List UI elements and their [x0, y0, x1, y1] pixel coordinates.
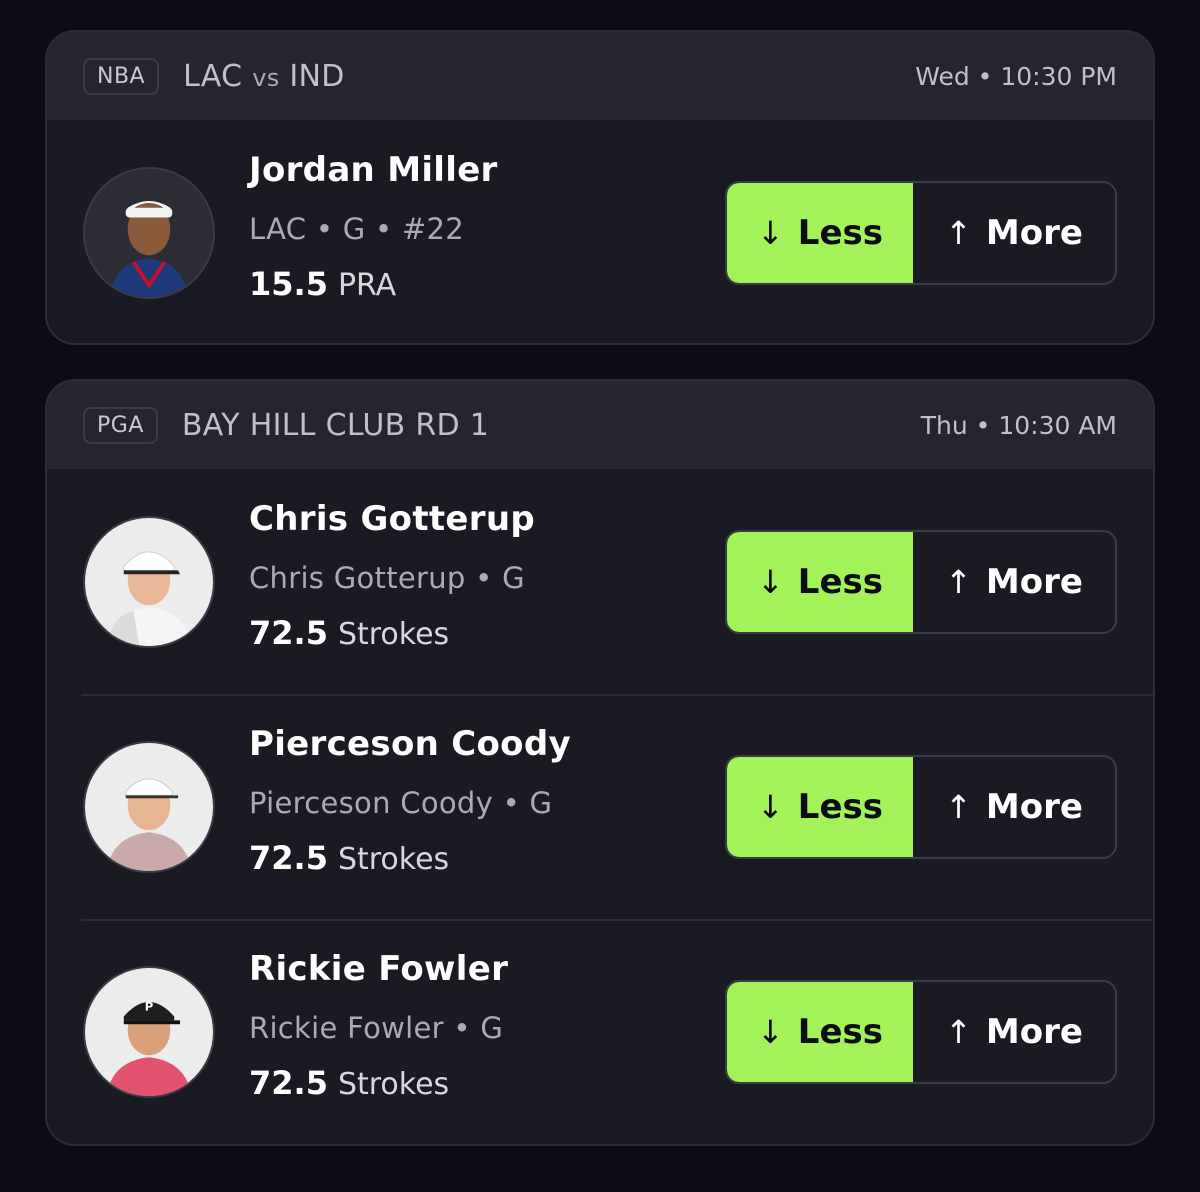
- team-home: LAC: [183, 58, 243, 94]
- card-header: PGA BAY HILL CLUB RD 1 Thu • 10:30 AM: [47, 381, 1153, 469]
- matchup-title: BAY HILL CLUB RD 1: [181, 407, 490, 443]
- player-meta: Pierceson Coody • G: [249, 786, 553, 820]
- player-meta: LAC • G • #22: [249, 212, 465, 246]
- player-avatar: P: [83, 965, 215, 1098]
- nba-card: NBA LAC vs IND Wed • 10:30 PM Jordan Mil…: [45, 30, 1155, 345]
- less-button[interactable]: ↓ Less: [727, 531, 913, 632]
- league-badge: PGA: [83, 406, 158, 444]
- arrow-up-icon: ↑: [945, 787, 972, 826]
- more-label: More: [985, 1011, 1083, 1052]
- player-line: 72.5 Strokes: [249, 614, 449, 652]
- less-label: Less: [797, 1011, 883, 1052]
- arrow-down-icon: ↓: [756, 1012, 784, 1051]
- stat-type: PRA: [337, 268, 397, 303]
- pick-toggle: ↓ Less ↑ More: [725, 979, 1117, 1084]
- more-button[interactable]: ↑ More: [913, 982, 1115, 1082]
- player-meta: Rickie Fowler • G: [249, 1011, 504, 1045]
- less-label: Less: [797, 786, 883, 827]
- matchup-title: LAC vs IND: [183, 59, 345, 94]
- line-value: 72.5: [249, 839, 328, 877]
- league-badge: NBA: [83, 57, 160, 95]
- line-value: 72.5: [249, 1064, 328, 1102]
- arrow-up-icon: ↑: [945, 1012, 972, 1051]
- less-label: Less: [797, 561, 883, 602]
- less-button[interactable]: ↓ Less: [727, 981, 913, 1082]
- player-name: Chris Gotterup: [249, 499, 535, 539]
- team-away: IND: [289, 58, 345, 94]
- more-label: More: [985, 212, 1083, 253]
- player-line: 72.5 Strokes: [249, 1064, 449, 1102]
- vs-label: vs: [252, 63, 280, 92]
- pga-card: PGA BAY HILL CLUB RD 1 Thu • 10:30 AM Ch…: [45, 379, 1155, 1146]
- arrow-down-icon: ↓: [756, 787, 784, 826]
- more-button[interactable]: ↑ More: [913, 183, 1115, 283]
- player-name: Jordan Miller: [249, 150, 498, 190]
- card-header: NBA LAC vs IND Wed • 10:30 PM: [47, 32, 1153, 120]
- more-button[interactable]: ↑ More: [913, 532, 1115, 632]
- line-value: 72.5: [249, 614, 328, 652]
- more-button[interactable]: ↑ More: [913, 757, 1115, 857]
- game-time: Wed • 10:30 PM: [915, 61, 1117, 91]
- player-meta: Chris Gotterup • G: [249, 561, 525, 595]
- player-avatar: [83, 166, 215, 299]
- player-row: Pierceson Coody Pierceson Coody • G 72.5…: [47, 694, 1153, 919]
- pick-toggle: ↓ Less ↑ More: [725, 754, 1117, 859]
- player-avatar: [83, 515, 215, 648]
- pick-toggle: ↓ Less ↑ More: [725, 180, 1117, 285]
- player-line: 15.5 PRA: [249, 265, 396, 303]
- arrow-down-icon: ↓: [756, 562, 784, 601]
- less-button[interactable]: ↓ Less: [727, 182, 913, 283]
- player-row: P Rickie Fowler Rickie Fowler • G 72.5 St…: [47, 919, 1153, 1144]
- svg-text:P: P: [145, 999, 154, 1013]
- less-button[interactable]: ↓ Less: [727, 756, 913, 857]
- player-row: Chris Gotterup Chris Gotterup • G 72.5 St…: [47, 469, 1153, 694]
- game-time: Thu • 10:30 AM: [920, 410, 1117, 440]
- player-name: Pierceson Coody: [249, 724, 571, 764]
- more-label: More: [985, 786, 1083, 827]
- less-label: Less: [797, 212, 883, 253]
- arrow-up-icon: ↑: [945, 213, 972, 252]
- arrow-down-icon: ↓: [756, 213, 784, 252]
- player-line: 72.5 Strokes: [249, 839, 449, 877]
- stat-type: Strokes: [337, 842, 450, 877]
- player-name: Rickie Fowler: [249, 949, 509, 989]
- stat-type: Strokes: [337, 617, 450, 652]
- arrow-up-icon: ↑: [945, 562, 972, 601]
- player-avatar: [83, 740, 215, 873]
- line-value: 15.5: [249, 265, 328, 303]
- stat-type: Strokes: [337, 1067, 450, 1102]
- pick-toggle: ↓ Less ↑ More: [725, 529, 1117, 634]
- more-label: More: [985, 561, 1083, 602]
- player-row: Jordan Miller LAC • G • #22 15.5 PRA ↓ Le…: [47, 120, 1153, 343]
